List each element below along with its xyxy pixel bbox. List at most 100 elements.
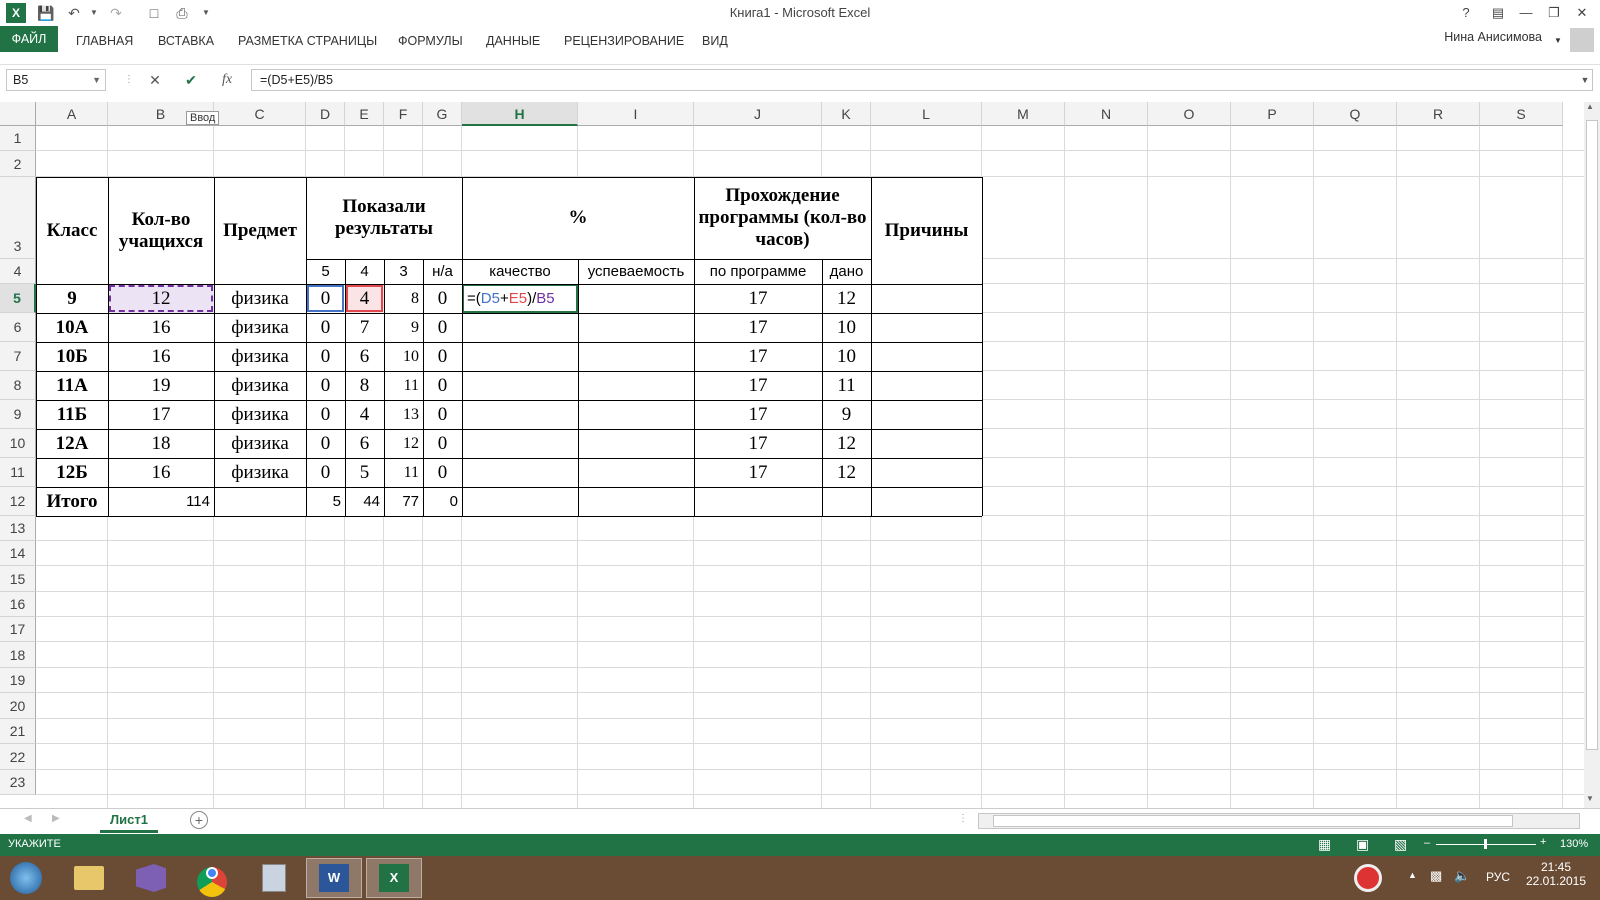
- row-header[interactable]: 19: [0, 668, 36, 693]
- total-grade5[interactable]: 5: [306, 487, 345, 516]
- row-header[interactable]: 16: [0, 592, 36, 617]
- tab-review[interactable]: РЕЦЕНЗИРОВАНИЕ: [564, 30, 684, 52]
- column-header[interactable]: F: [384, 102, 423, 126]
- column-header[interactable]: H: [462, 102, 578, 126]
- cell-class[interactable]: 11А: [36, 371, 108, 400]
- total-grade3[interactable]: 77: [384, 487, 423, 516]
- total-empty[interactable]: [822, 487, 871, 516]
- column-header[interactable]: N: [1065, 102, 1148, 126]
- select-all-corner[interactable]: [0, 102, 36, 126]
- subheader-g3[interactable]: 3: [384, 259, 423, 284]
- cell-grade3[interactable]: 9: [384, 313, 423, 342]
- cell-na[interactable]: 0: [423, 458, 462, 487]
- page-layout-view-icon[interactable]: ▣: [1356, 836, 1369, 853]
- cell-count[interactable]: 19: [108, 371, 214, 400]
- next-sheet-icon[interactable]: ▶: [52, 813, 60, 824]
- row-header[interactable]: 20: [0, 693, 36, 719]
- row-header[interactable]: 9: [0, 400, 36, 429]
- cell-grade5[interactable]: 0: [306, 313, 345, 342]
- total-empty[interactable]: [871, 487, 982, 516]
- total-na[interactable]: 0: [423, 487, 462, 516]
- column-header[interactable]: M: [982, 102, 1065, 126]
- cell-reasons[interactable]: [871, 284, 982, 313]
- cell-by-program[interactable]: 17: [694, 284, 822, 313]
- cell-by-program[interactable]: 17: [694, 429, 822, 458]
- cell-subject[interactable]: физика: [214, 342, 306, 371]
- row-header[interactable]: 4: [0, 259, 36, 284]
- calculator-icon[interactable]: [248, 858, 300, 898]
- cell-grade4[interactable]: 8: [345, 371, 384, 400]
- header-count[interactable]: Кол-во учащихся: [108, 177, 214, 284]
- cell-count[interactable]: 18: [108, 429, 214, 458]
- column-header[interactable]: G: [423, 102, 462, 126]
- user-name[interactable]: Нина Анисимова: [1444, 30, 1542, 44]
- column-header[interactable]: A: [36, 102, 108, 126]
- row-header[interactable]: 3: [0, 177, 36, 259]
- row-header[interactable]: 6: [0, 313, 36, 342]
- row-header[interactable]: 8: [0, 371, 36, 400]
- cell-count[interactable]: 16: [108, 342, 214, 371]
- tab-home[interactable]: ГЛАВНАЯ: [76, 30, 133, 52]
- cell-success[interactable]: [578, 458, 694, 487]
- tray-expand-icon[interactable]: ▲: [1408, 870, 1417, 880]
- column-header[interactable]: C: [214, 102, 306, 126]
- start-button[interactable]: [2, 858, 50, 898]
- column-header[interactable]: E: [345, 102, 384, 126]
- tab-data[interactable]: ДАННЫЕ: [486, 30, 540, 52]
- row-header[interactable]: 14: [0, 541, 36, 566]
- cell-grade4[interactable]: 5: [345, 458, 384, 487]
- total-empty[interactable]: [462, 487, 578, 516]
- cell-quality[interactable]: [462, 429, 578, 458]
- row-header[interactable]: 18: [0, 642, 36, 668]
- minimize-icon[interactable]: —: [1512, 2, 1540, 24]
- page-break-view-icon[interactable]: ▧: [1394, 836, 1407, 853]
- cell-na[interactable]: 0: [423, 342, 462, 371]
- normal-view-icon[interactable]: ▦: [1318, 836, 1331, 853]
- cell-subject[interactable]: физика: [214, 313, 306, 342]
- cell-grade5[interactable]: 0: [306, 458, 345, 487]
- cell-grade5[interactable]: 0: [306, 429, 345, 458]
- zoom-level[interactable]: 130%: [1560, 838, 1588, 850]
- tab-view[interactable]: ВИД: [702, 30, 728, 52]
- cell-given[interactable]: 11: [822, 371, 871, 400]
- column-header[interactable]: R: [1397, 102, 1480, 126]
- cell-grade5[interactable]: 0: [306, 400, 345, 429]
- cell-grade3[interactable]: 10: [384, 342, 423, 371]
- excel-taskbar-button[interactable]: X: [366, 858, 422, 898]
- cell-success[interactable]: [578, 313, 694, 342]
- tab-formulas[interactable]: ФОРМУЛЫ: [398, 30, 463, 52]
- cell-given[interactable]: 9: [822, 400, 871, 429]
- cell-class[interactable]: 11Б: [36, 400, 108, 429]
- zoom-in-icon[interactable]: +: [1540, 836, 1546, 848]
- cell-subject[interactable]: физика: [214, 284, 306, 313]
- cell-success[interactable]: [578, 371, 694, 400]
- language-indicator[interactable]: РУС: [1486, 870, 1510, 884]
- subheader-na[interactable]: н/а: [423, 259, 462, 284]
- tab-file[interactable]: ФАЙЛ: [0, 26, 58, 52]
- add-sheet-icon[interactable]: +: [190, 811, 208, 829]
- cell-given[interactable]: 10: [822, 313, 871, 342]
- cell-success[interactable]: [578, 284, 694, 313]
- row-header[interactable]: 7: [0, 342, 36, 371]
- cell-na[interactable]: 0: [423, 400, 462, 429]
- cell-grade4[interactable]: 4: [345, 284, 384, 313]
- header-program[interactable]: Прохождение программы (кол-во часов): [694, 177, 871, 259]
- enter-check-icon[interactable]: ✔: [180, 69, 202, 91]
- worksheet-grid[interactable]: ABCDEFGHIJKLMNOPQRS 1 2 3 4 5 6 7 8 9 10 11 12 13 14 1…: [0, 102, 1584, 808]
- zoom-out-icon[interactable]: –: [1424, 837, 1430, 849]
- cell-count[interactable]: 17: [108, 400, 214, 429]
- help-icon[interactable]: ?: [1452, 2, 1480, 24]
- cell-quality[interactable]: [462, 400, 578, 429]
- cell-na[interactable]: 0: [423, 313, 462, 342]
- column-header[interactable]: I: [578, 102, 694, 126]
- row-header[interactable]: 13: [0, 516, 36, 541]
- column-header[interactable]: K: [822, 102, 871, 126]
- cell-count[interactable]: 16: [108, 458, 214, 487]
- row-header[interactable]: 5: [0, 284, 36, 313]
- subheader-g4[interactable]: 4: [345, 259, 384, 284]
- column-header[interactable]: S: [1480, 102, 1563, 126]
- total-empty[interactable]: [694, 487, 822, 516]
- total-grade4[interactable]: 44: [345, 487, 384, 516]
- restore-icon[interactable]: ❐: [1540, 2, 1568, 24]
- header-percent[interactable]: %: [462, 177, 694, 259]
